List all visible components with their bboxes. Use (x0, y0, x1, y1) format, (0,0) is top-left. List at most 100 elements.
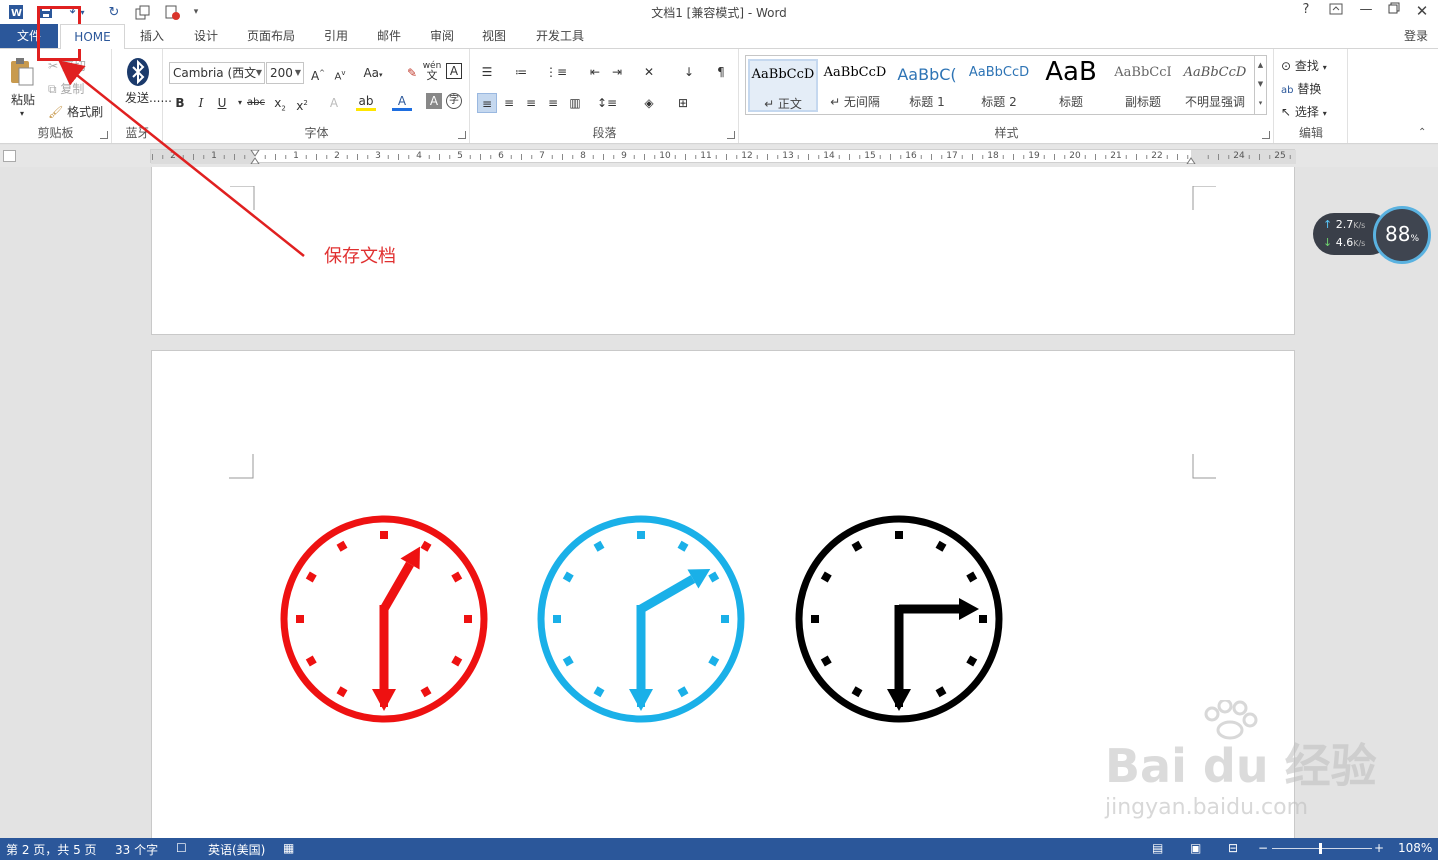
zoom-slider[interactable] (1272, 848, 1372, 849)
tab-view[interactable]: 视图 (474, 24, 514, 48)
zoom-out-button[interactable]: − (1258, 841, 1268, 855)
clock-red[interactable] (278, 513, 490, 725)
replace-button[interactable]: ab 替换 (1281, 80, 1321, 97)
sort-icon[interactable]: ↓ (679, 62, 699, 82)
tab-developer[interactable]: 开发工具 (528, 24, 592, 48)
strikethrough-icon[interactable]: abc (246, 93, 266, 113)
multilevel-list-icon[interactable]: ⋮≡ (545, 62, 567, 82)
distributed-icon[interactable]: ▥ (565, 93, 585, 113)
style-no-spacing[interactable]: AaBbCcD ↵ 无间隔 (820, 59, 890, 112)
superscript-icon[interactable]: x2 (292, 93, 312, 113)
numbering-icon[interactable]: ≔ (511, 62, 531, 82)
style-heading-2[interactable]: AaBbCcD 标题 2 (964, 59, 1034, 112)
tab-references[interactable]: 引用 (316, 24, 356, 48)
decrease-indent-icon[interactable]: ⇤ (585, 62, 605, 82)
tab-page-layout[interactable]: 页面布局 (240, 24, 302, 48)
line-spacing-icon[interactable]: ↕≡ (597, 93, 617, 113)
tab-mailings[interactable]: 邮件 (369, 24, 409, 48)
clear-format-icon[interactable]: ✎ (402, 63, 422, 83)
collapse-ribbon-icon[interactable]: ⌃ (1418, 127, 1426, 138)
bluetooth-send-button[interactable]: 发送...... (125, 57, 172, 119)
styles-launcher-icon[interactable] (1262, 131, 1270, 139)
tab-insert[interactable]: 插入 (132, 24, 172, 48)
find-button[interactable]: ⊙ 查找 ▾ (1281, 57, 1327, 74)
paragraph-launcher-icon[interactable] (727, 131, 735, 139)
char-border-icon[interactable]: A (446, 63, 462, 79)
tab-review[interactable]: 审阅 (422, 24, 462, 48)
styles-scroll[interactable]: ▲ ▼ ▾ (1254, 56, 1266, 114)
language[interactable]: 英语(美国) (208, 841, 265, 858)
align-center-icon[interactable]: ≡ (499, 93, 519, 113)
proofing-icon[interactable]: ☐ (176, 841, 187, 855)
grow-font-icon[interactable]: A^ (308, 63, 328, 83)
bullets-icon[interactable]: ☰ (477, 62, 497, 82)
style-preview: AaBbCcI (1114, 65, 1172, 80)
clipboard-group: 粘贴 ▾ ✂ 剪切 ⧉ 复制 🖌 格式刷 剪贴板 (0, 49, 112, 143)
style-heading-1[interactable]: AaBbC( 标题 1 (892, 59, 962, 112)
clock-black[interactable] (793, 513, 1005, 725)
word-count[interactable]: 33 个字 (115, 841, 158, 858)
highlight-icon[interactable]: ab (356, 93, 376, 111)
font-name-dropdown-icon: ▼ (255, 68, 262, 77)
print-layout-icon[interactable]: ▣ (1190, 841, 1201, 855)
horizontal-ruler[interactable]: 2 1 1 2 3 4 5 6 7 8 9 10 11 12 13 14 15 16 17 18 19 20 21 22 24 2… (150, 149, 1296, 164)
asian-layout-icon[interactable]: ✕ (639, 62, 659, 82)
tab-home[interactable]: HOME (60, 24, 125, 49)
justify-icon[interactable]: ≡ (543, 93, 563, 113)
macro-icon[interactable]: ▦ (283, 841, 294, 855)
ruler-number: 18 (987, 151, 999, 161)
shading-icon[interactable]: ◈ (639, 93, 659, 113)
align-left-icon[interactable]: ≡ (477, 93, 497, 113)
font-launcher-icon[interactable] (458, 131, 466, 139)
style-normal[interactable]: AaBbCcD ↵ 正文 (748, 59, 818, 112)
bold-icon[interactable]: B (170, 93, 190, 113)
close-icon[interactable]: ✕ (1410, 2, 1434, 22)
char-shading-icon[interactable]: A (426, 93, 442, 109)
ruler-number: 25 (1274, 151, 1286, 161)
tab-design[interactable]: 设计 (186, 24, 226, 48)
hour-marker (811, 615, 819, 623)
network-speed-widget[interactable]: ↑ 2.7K/s ↓ 4.6K/s 88% (1313, 206, 1433, 264)
show-marks-icon[interactable]: ¶ (711, 62, 731, 82)
phonetic-guide-button[interactable]: wén 文 (422, 61, 442, 81)
help-button[interactable]: ? (1294, 2, 1318, 22)
page-count[interactable]: 第 2 页，共 5 页 (6, 841, 97, 858)
align-right-icon[interactable]: ≡ (521, 93, 541, 113)
increase-indent-icon[interactable]: ⇥ (607, 62, 627, 82)
change-case-button[interactable]: Aa▾ (358, 63, 388, 83)
minute-hand-arrow (372, 689, 396, 711)
borders-icon[interactable]: ⊞ (673, 93, 693, 113)
style-subtitle[interactable]: AaBbCcI 副标题 (1108, 59, 1178, 112)
clock-blue[interactable] (535, 513, 747, 725)
clipboard-launcher-icon[interactable] (100, 131, 108, 139)
subscript-icon[interactable]: x2 (270, 93, 290, 113)
format-painter-button[interactable]: 🖌 格式刷 (48, 103, 103, 120)
style-title[interactable]: AaB 标题 (1036, 57, 1106, 112)
ribbon-display-icon[interactable] (1324, 2, 1348, 22)
font-size-select[interactable]: 200 ▼ (266, 62, 304, 84)
style-subtle-emphasis[interactable]: AaBbCcD 不明显强调 (1180, 59, 1250, 112)
underline-icon[interactable]: U (212, 93, 232, 113)
zoom-thumb[interactable] (1319, 843, 1322, 854)
enclose-char-icon[interactable]: 字 (446, 93, 462, 109)
shrink-font-icon[interactable]: Av (330, 63, 350, 83)
login-link[interactable]: 登录 (1404, 27, 1428, 44)
font-color-icon[interactable]: A (392, 93, 412, 111)
paste-button[interactable]: 粘贴 ▾ (8, 57, 40, 118)
font-name-select[interactable]: Cambria (西文 ▼ (169, 62, 265, 84)
zoom-in-button[interactable]: + (1374, 841, 1384, 855)
hour-marker (380, 531, 388, 539)
tab-selector[interactable] (3, 150, 16, 162)
page-1[interactable] (151, 167, 1295, 335)
hour-marker (979, 615, 987, 623)
zoom-level[interactable]: 108% (1398, 841, 1432, 855)
minimize-icon[interactable]: — (1354, 2, 1378, 22)
italic-icon[interactable]: I (191, 93, 211, 113)
memory-gauge[interactable]: 88% (1373, 206, 1431, 264)
select-button[interactable]: ↖ 选择 ▾ (1281, 103, 1327, 120)
read-mode-icon[interactable]: ▤ (1152, 841, 1163, 855)
text-effects-icon[interactable]: A (324, 93, 344, 113)
copy-button[interactable]: ⧉ 复制 (48, 80, 84, 97)
restore-icon[interactable] (1382, 2, 1406, 22)
web-layout-icon[interactable]: ⊟ (1228, 841, 1238, 855)
